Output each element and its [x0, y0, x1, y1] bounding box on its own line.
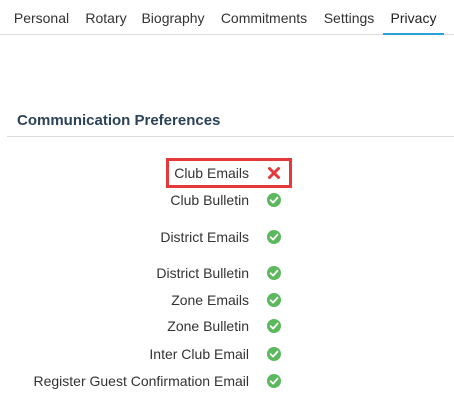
pref-row-district-bulletin: District Bulletin — [0, 263, 454, 283]
pref-row-inter-club-email: Inter Club Email — [0, 344, 454, 364]
pref-label: Zone Bulletin — [167, 318, 249, 334]
pref-label: Zone Emails — [171, 292, 249, 308]
pref-label: District Emails — [160, 229, 249, 245]
section-divider — [7, 136, 454, 137]
check-icon[interactable] — [267, 374, 281, 388]
check-icon[interactable] — [267, 319, 281, 333]
tab-settings[interactable]: Settings — [318, 0, 380, 35]
check-icon[interactable] — [267, 266, 281, 280]
pref-row-club-emails: Club Emails — [0, 163, 454, 183]
pref-row-register-guest-confirmation-email: Register Guest Confirmation Email — [0, 371, 454, 391]
section-title: Communication Preferences — [17, 112, 221, 129]
check-icon[interactable] — [267, 193, 281, 207]
tab-biography[interactable]: Biography — [136, 0, 210, 35]
pref-label: District Bulletin — [156, 265, 249, 281]
pref-row-club-bulletin: Club Bulletin — [0, 190, 454, 210]
profile-tabs: Personal Rotary Biography Commitments Se… — [0, 0, 454, 35]
pref-row-zone-bulletin: Zone Bulletin — [0, 316, 454, 336]
tab-rotary[interactable]: Rotary — [80, 0, 132, 35]
pref-label: Club Emails — [174, 165, 249, 181]
pref-label: Inter Club Email — [149, 346, 249, 362]
pref-row-zone-emails: Zone Emails — [0, 290, 454, 310]
check-icon[interactable] — [267, 347, 281, 361]
tab-privacy[interactable]: Privacy — [383, 0, 444, 35]
tab-commitments[interactable]: Commitments — [215, 0, 313, 35]
pref-row-district-emails: District Emails — [0, 227, 454, 247]
tab-personal[interactable]: Personal — [8, 0, 75, 35]
pref-label: Register Guest Confirmation Email — [33, 373, 249, 389]
check-icon[interactable] — [267, 230, 281, 244]
pref-label: Club Bulletin — [170, 192, 249, 208]
check-icon[interactable] — [267, 293, 281, 307]
x-icon[interactable] — [267, 166, 281, 180]
